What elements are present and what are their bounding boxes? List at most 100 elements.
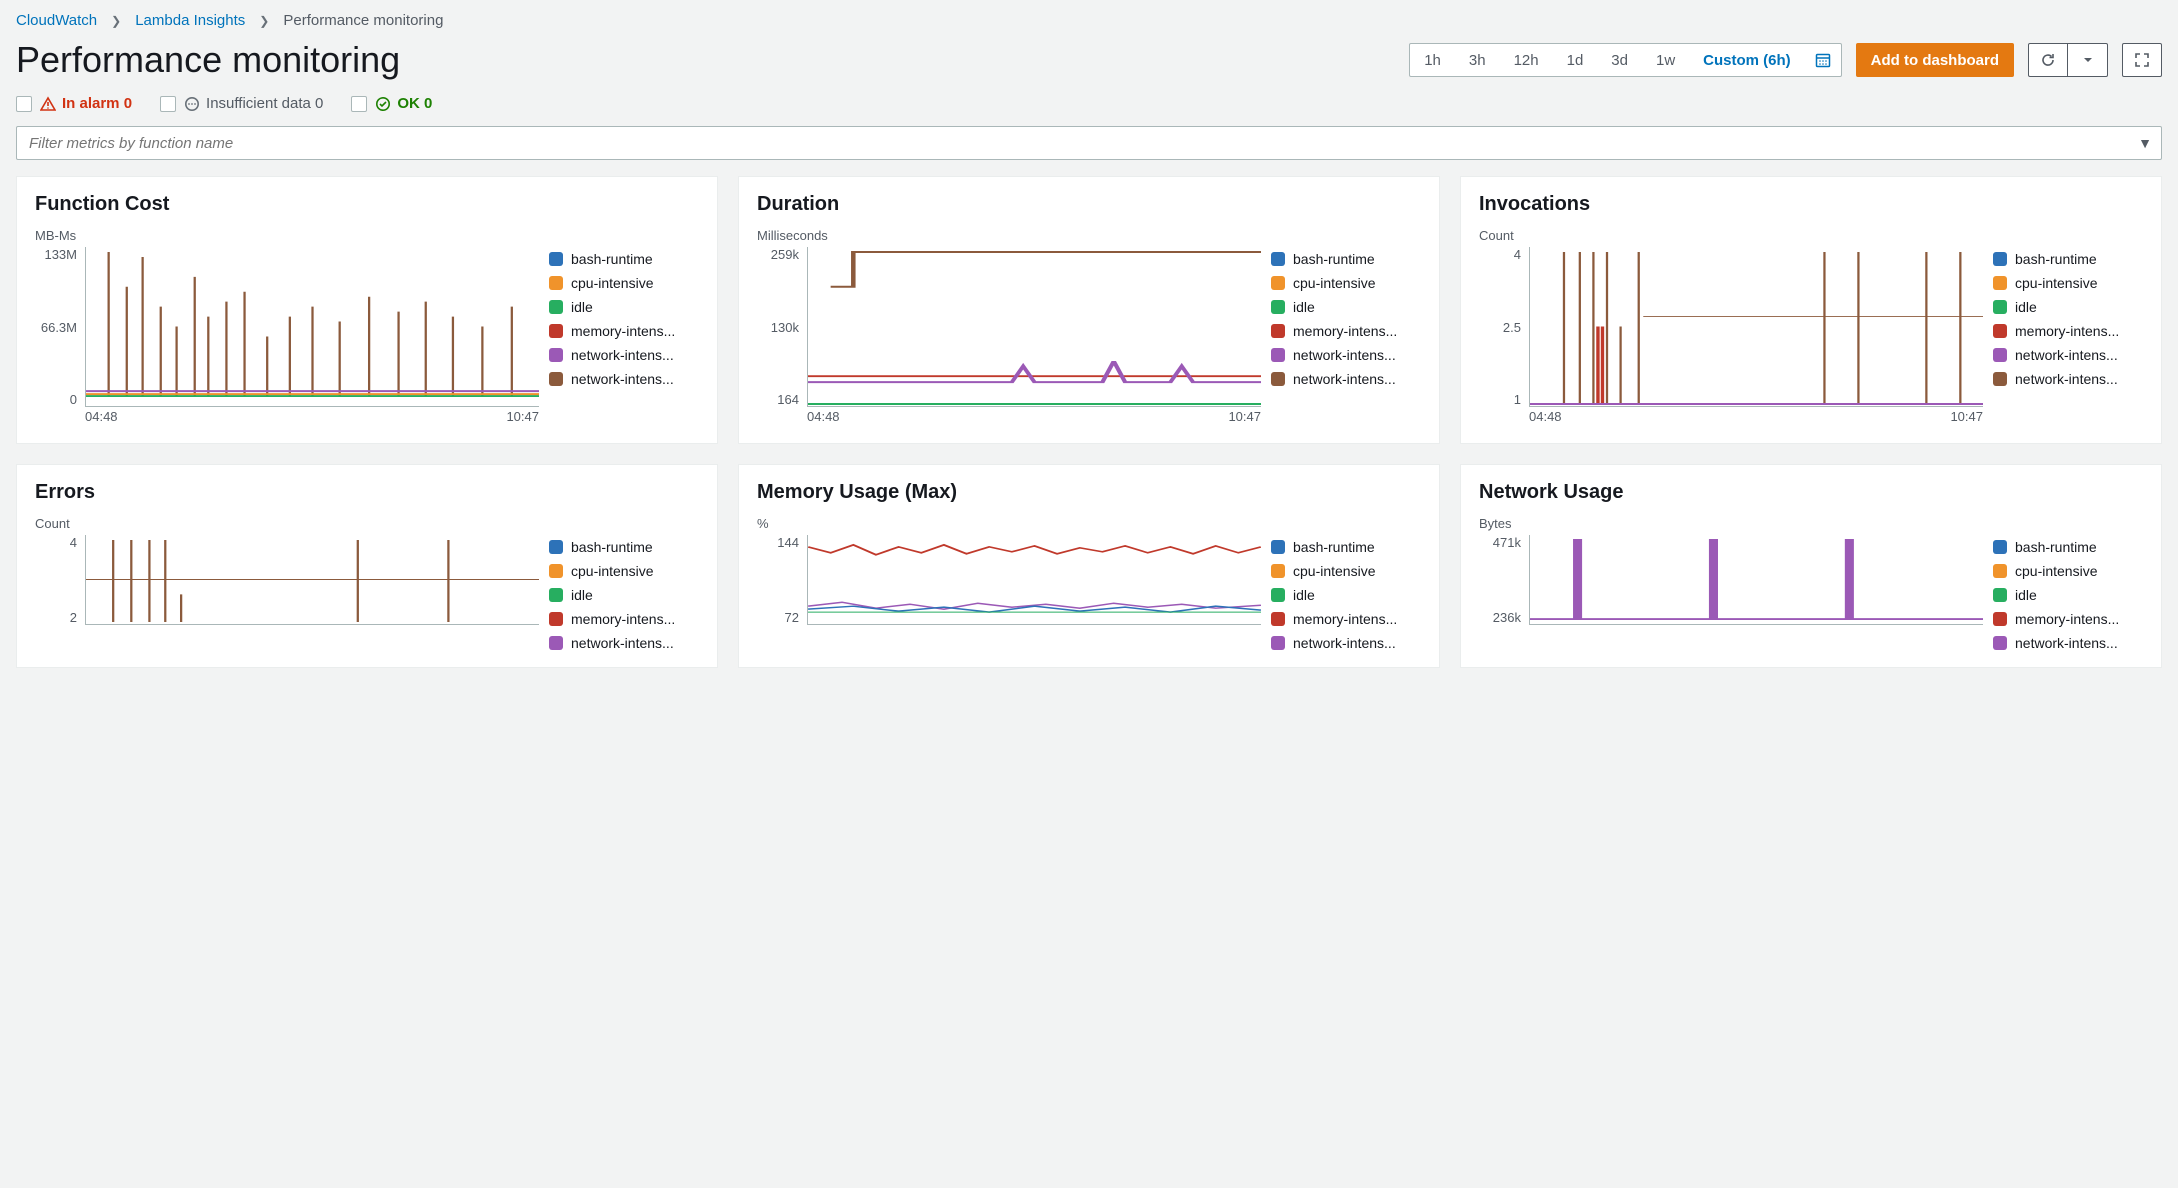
time-option-12h[interactable]: 12h xyxy=(1500,44,1553,76)
breadcrumb-link-lambda-insights[interactable]: Lambda Insights xyxy=(135,12,245,29)
legend-swatch xyxy=(1271,276,1285,290)
legend-swatch xyxy=(549,612,563,626)
legend-item[interactable]: cpu-intensive xyxy=(549,275,699,291)
legend-item[interactable]: network-intens... xyxy=(1993,347,2143,363)
page-title: Performance monitoring xyxy=(16,39,400,81)
time-option-3h[interactable]: 3h xyxy=(1455,44,1500,76)
legend-item[interactable]: memory-intens... xyxy=(1993,323,2143,339)
ytick: 130k xyxy=(757,320,799,335)
legend-item[interactable]: idle xyxy=(549,587,699,603)
ytick: 66.3M xyxy=(35,320,77,335)
legend-item[interactable]: idle xyxy=(549,299,699,315)
legend-label: network-intens... xyxy=(2015,371,2118,387)
legend-item[interactable]: network-intens... xyxy=(549,371,699,387)
chart-duration[interactable] xyxy=(807,247,1261,407)
time-option-1w[interactable]: 1w xyxy=(1642,44,1689,76)
chart-network[interactable] xyxy=(1529,535,1983,625)
legend-swatch xyxy=(1993,564,2007,578)
insufficient-icon xyxy=(184,96,200,112)
legend-item[interactable]: network-intens... xyxy=(1271,347,1421,363)
legend-swatch xyxy=(549,564,563,578)
legend-label: network-intens... xyxy=(571,371,674,387)
add-to-dashboard-button[interactable]: Add to dashboard xyxy=(1856,43,2014,77)
legend-label: cpu-intensive xyxy=(2015,275,2098,291)
legend-label: bash-runtime xyxy=(1293,539,1375,555)
legend-item[interactable]: cpu-intensive xyxy=(1271,563,1421,579)
legend-label: cpu-intensive xyxy=(1293,275,1376,291)
legend-label: network-intens... xyxy=(2015,635,2118,651)
legend-item[interactable]: network-intens... xyxy=(1271,635,1421,651)
legend-item[interactable]: memory-intens... xyxy=(1993,611,2143,627)
legend-swatch xyxy=(1271,348,1285,362)
chart-errors[interactable] xyxy=(85,535,539,625)
legend-item[interactable]: network-intens... xyxy=(549,347,699,363)
time-option-custom[interactable]: Custom (6h) xyxy=(1689,44,1805,76)
card-unit: Count xyxy=(35,516,699,531)
refresh-icon xyxy=(2040,52,2056,68)
time-option-1h[interactable]: 1h xyxy=(1410,44,1455,76)
legend-item[interactable]: idle xyxy=(1993,299,2143,315)
legend-swatch xyxy=(549,348,563,362)
legend-swatch xyxy=(549,252,563,266)
toolbar: 1h 3h 12h 1d 3d 1w Custom (6h) Add to da… xyxy=(1409,43,2162,77)
refresh-button[interactable] xyxy=(2028,43,2068,77)
ytick: 2.5 xyxy=(1479,320,1521,335)
legend-item[interactable]: bash-runtime xyxy=(1993,539,2143,555)
legend-label: idle xyxy=(1293,587,1315,603)
legend-item[interactable]: memory-intens... xyxy=(549,323,699,339)
legend-item[interactable]: bash-runtime xyxy=(549,539,699,555)
refresh-dropdown-button[interactable] xyxy=(2068,43,2108,77)
legend-item[interactable]: cpu-intensive xyxy=(549,563,699,579)
time-option-1d[interactable]: 1d xyxy=(1553,44,1598,76)
ytick: 144 xyxy=(757,535,799,550)
alarm-checkbox[interactable] xyxy=(16,96,32,112)
legend-item[interactable]: memory-intens... xyxy=(549,611,699,627)
chart-invocations[interactable] xyxy=(1529,247,1983,407)
legend-label: network-intens... xyxy=(571,347,674,363)
legend-swatch xyxy=(1993,588,2007,602)
chart-function-cost[interactable] xyxy=(85,247,539,407)
chart-legend: bash-runtime cpu-intensive idle memory-inte… xyxy=(549,535,699,651)
legend-label: memory-intens... xyxy=(1293,323,1397,339)
legend-item[interactable]: idle xyxy=(1993,587,2143,603)
legend-swatch xyxy=(549,588,563,602)
legend-item[interactable]: cpu-intensive xyxy=(1993,275,2143,291)
legend-item[interactable]: bash-runtime xyxy=(549,251,699,267)
legend-label: cpu-intensive xyxy=(1293,563,1376,579)
legend-item[interactable]: bash-runtime xyxy=(1271,539,1421,555)
legend-swatch xyxy=(549,324,563,338)
legend-swatch xyxy=(549,636,563,650)
legend-swatch xyxy=(1993,612,2007,626)
fullscreen-button[interactable] xyxy=(2122,43,2162,77)
time-option-3d[interactable]: 3d xyxy=(1597,44,1642,76)
expand-icon xyxy=(2134,52,2150,68)
legend-item[interactable]: network-intens... xyxy=(1271,371,1421,387)
ok-checkbox[interactable] xyxy=(351,96,367,112)
calendar-icon[interactable] xyxy=(1805,52,1841,68)
legend-item[interactable]: cpu-intensive xyxy=(1993,563,2143,579)
in-alarm-status: In alarm 0 xyxy=(40,95,132,112)
filter-input[interactable] xyxy=(16,126,2162,160)
legend-item[interactable]: network-intens... xyxy=(549,635,699,651)
legend-item[interactable]: network-intens... xyxy=(1993,635,2143,651)
insufficient-checkbox[interactable] xyxy=(160,96,176,112)
legend-item[interactable]: idle xyxy=(1271,587,1421,603)
legend-item[interactable]: memory-intens... xyxy=(1271,323,1421,339)
ytick: 72 xyxy=(757,610,799,625)
legend-item[interactable]: idle xyxy=(1271,299,1421,315)
legend-item[interactable]: cpu-intensive xyxy=(1271,275,1421,291)
legend-item[interactable]: network-intens... xyxy=(1993,371,2143,387)
breadcrumb-link-cloudwatch[interactable]: CloudWatch xyxy=(16,12,97,29)
legend-item[interactable]: bash-runtime xyxy=(1993,251,2143,267)
card-invocations: Invocations Count 4 2.5 1 xyxy=(1460,176,2162,444)
legend-label: bash-runtime xyxy=(2015,539,2097,555)
chart-legend: bash-runtime cpu-intensive idle memory-inte… xyxy=(549,247,699,427)
ytick: 1 xyxy=(1479,392,1521,407)
caret-down-icon[interactable]: ▼ xyxy=(2138,135,2152,151)
legend-item[interactable]: bash-runtime xyxy=(1271,251,1421,267)
ytick: 259k xyxy=(757,247,799,262)
chart-memory[interactable] xyxy=(807,535,1261,625)
xtick: 10:47 xyxy=(1950,409,1983,427)
legend-swatch xyxy=(1993,372,2007,386)
legend-item[interactable]: memory-intens... xyxy=(1271,611,1421,627)
